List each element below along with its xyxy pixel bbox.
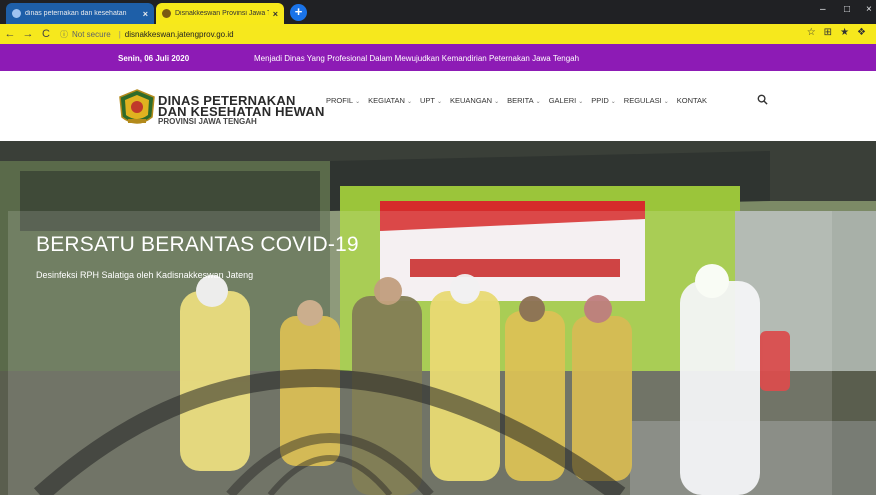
current-date: Senin, 06 Juli 2020	[118, 54, 190, 63]
chevron-down-icon: ⌄	[535, 99, 541, 105]
bookmark-star-icon[interactable]: ☆	[807, 27, 816, 38]
reload-icon[interactable]: C	[38, 28, 54, 40]
menu-item-upt[interactable]: UPT ⌄	[420, 96, 442, 105]
security-label: Not secure	[72, 29, 111, 39]
close-window-icon[interactable]: ×	[866, 4, 872, 15]
hero-slider[interactable]: BERSATU BERANTAS COVID-19 Desinfeksi RPH…	[0, 141, 876, 495]
forward-icon[interactable]: →	[20, 28, 36, 40]
menu-item-kegiatan[interactable]: KEGIATAN ⌄	[368, 96, 412, 105]
url-field[interactable]: ⓘ Not secure | disnakkeswan.jatengprov.g…	[60, 27, 820, 42]
browser-tab-strip: dinas peternakan dan kesehatan × Disnakk…	[0, 0, 876, 24]
tab-title: Disnakkeswan Provinsi Jawa Ten	[175, 10, 269, 17]
menu-item-profil[interactable]: PROFIL ⌄	[326, 96, 360, 105]
province-emblem-icon[interactable]	[118, 89, 156, 129]
url-text: disnakkeswan.jatengprov.go.id	[124, 29, 234, 39]
site-logo-text[interactable]: DINAS PETERNAKAN DAN KESEHATAN HEWAN PRO…	[158, 94, 325, 127]
tab-title: dinas peternakan dan kesehatan	[25, 10, 127, 17]
tab-favicon-icon	[162, 9, 171, 18]
menu-item-galeri[interactable]: GALERI ⌄	[549, 96, 584, 105]
info-icon[interactable]: ⓘ	[60, 29, 68, 40]
main-menu: PROFIL ⌄ KEGIATAN ⌄ UPT ⌄ KEUANGAN ⌄ BERITA ⌄…	[326, 96, 707, 105]
chevron-down-icon: ⌄	[578, 99, 584, 105]
chevron-down-icon: ⌄	[494, 99, 500, 105]
extension-area: ☆ ⊞ ★ ❖	[807, 27, 866, 38]
browser-tab-2[interactable]: Disnakkeswan Provinsi Jawa Ten ×	[156, 3, 284, 24]
site-top-bar: Senin, 06 Juli 2020 Menjadi Dinas Yang P…	[0, 44, 876, 71]
tab-close-icon[interactable]: ×	[143, 9, 148, 19]
browser-tab-1[interactable]: dinas peternakan dan kesehatan ×	[6, 3, 154, 24]
tab-favicon-icon	[12, 9, 21, 18]
maximize-icon[interactable]: □	[844, 4, 850, 15]
logo-line-2: DAN KESEHATAN HEWAN	[158, 104, 325, 119]
back-icon[interactable]: ←	[2, 28, 18, 40]
menu-item-kontak[interactable]: KONTAK	[677, 96, 707, 105]
chevron-down-icon: ⌄	[436, 99, 442, 105]
chevron-down-icon: ⌄	[355, 99, 361, 105]
site-tagline: Menjadi Dinas Yang Profesional Dalam Mew…	[254, 54, 580, 63]
menu-item-berita[interactable]: BERITA ⌄	[507, 96, 541, 105]
site-header: DINAS PETERNAKAN DAN KESEHATAN HEWAN PRO…	[0, 71, 876, 141]
hero-subtitle: Desinfeksi RPH Salatiga oleh Kadisnakkes…	[36, 270, 254, 280]
address-bar: ← → C ⓘ Not secure | disnakkeswan.jateng…	[0, 24, 876, 44]
url-separator: |	[118, 29, 121, 39]
search-icon[interactable]	[757, 94, 768, 105]
chevron-down-icon: ⌄	[610, 99, 616, 105]
menu-item-keuangan[interactable]: KEUANGAN ⌄	[450, 96, 499, 105]
extension-icon[interactable]: ★	[840, 27, 849, 38]
menu-item-regulasi[interactable]: REGULASI ⌄	[624, 96, 669, 105]
menu-item-ppid[interactable]: PPID ⌄	[591, 96, 616, 105]
extension-icon[interactable]: ❖	[857, 27, 866, 38]
hero-title: BERSATU BERANTAS COVID-19	[36, 233, 359, 256]
chevron-down-icon: ⌄	[406, 99, 412, 105]
new-tab-button[interactable]: +	[290, 4, 307, 21]
tab-close-icon[interactable]: ×	[273, 9, 278, 19]
minimize-icon[interactable]: –	[820, 4, 826, 15]
chevron-down-icon: ⌄	[663, 99, 669, 105]
extension-icon[interactable]: ⊞	[824, 27, 832, 38]
